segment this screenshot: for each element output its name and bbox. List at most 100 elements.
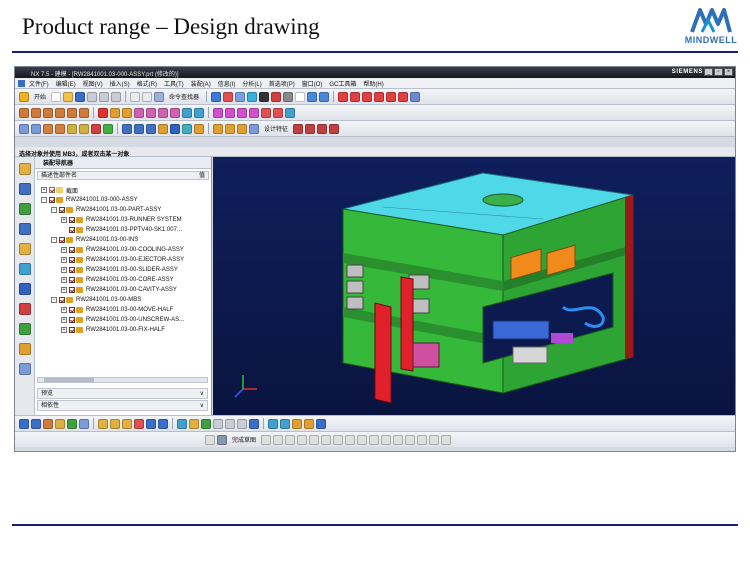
tree-row-root[interactable]: - RW2841001.03-000-ASSY [41,195,138,205]
tree-row-core[interactable]: + RW2841001.03-00-CORE-ASSY [61,275,174,285]
start-button[interactable]: 开始 [34,92,46,101]
snap-intersection-icon[interactable] [134,418,144,429]
expand-icon[interactable]: + [41,187,47,193]
collapse-icon[interactable]: - [51,207,57,213]
through-curves-icon[interactable] [237,123,247,134]
select-feature-icon[interactable] [43,418,53,429]
check-clearance-icon[interactable] [122,123,132,134]
hole-icon[interactable] [43,107,53,118]
sketch-settings-icon[interactable] [205,434,215,445]
menu-view[interactable]: 视图(V) [83,79,103,88]
process-studio-tab-icon[interactable] [19,323,31,335]
sequence-icon[interactable] [103,123,113,134]
tree-row-pptv40[interactable]: RW2841001.03-PPTV40-SK1.007... [61,225,182,235]
checkbox-icon[interactable] [69,217,75,223]
sync-move-face-icon[interactable] [213,107,223,118]
curve-icon[interactable] [374,91,385,102]
add-component-icon[interactable] [19,123,29,134]
revolve-icon[interactable] [31,107,41,118]
arc-icon[interactable] [350,91,361,102]
view-iso-icon[interactable] [249,418,259,429]
snap-quadrant-icon[interactable] [158,418,168,429]
point-icon[interactable] [357,434,368,445]
shell-icon[interactable] [158,107,168,118]
trim-icon[interactable] [381,434,392,445]
chamfer-icon[interactable] [321,434,332,445]
select-face-icon[interactable] [67,418,77,429]
line-icon[interactable] [338,91,349,102]
scrollbar-thumb[interactable] [44,378,94,382]
menu-window[interactable]: 窗口(O) [302,79,323,88]
command-finder-icon[interactable] [154,91,165,102]
expand-icon[interactable]: + [61,247,67,253]
app-menu-icon[interactable] [18,79,25,87]
checkbox-icon[interactable] [69,277,75,283]
cut-icon[interactable] [87,91,98,102]
profile-icon[interactable] [261,434,272,445]
sync-offset-icon[interactable] [237,107,247,118]
split-body-icon[interactable] [317,123,328,134]
view-right-icon[interactable] [237,418,247,429]
tree-row-slider[interactable]: + RW2841001.03-00-SLIDER-ASSY [61,265,178,275]
expand-icon[interactable]: + [61,217,67,223]
reuse-library-tab-icon[interactable] [19,223,31,235]
open-folder-icon[interactable] [63,91,74,102]
edge-blend-icon[interactable] [134,107,144,118]
constraint-navigator-tab-icon[interactable] [19,183,31,195]
expand-icon[interactable]: + [61,287,67,293]
display-options-icon[interactable] [316,418,326,429]
spline-icon[interactable] [386,91,397,102]
select-edge-icon[interactable] [79,418,89,429]
expand-icon[interactable]: + [61,307,67,313]
pattern-icon[interactable] [194,107,204,118]
design-feature-dropdown[interactable]: 设计特征 [264,124,288,133]
tree-row-part-assy[interactable]: - RW2841001.03-00-PART-ASSY [51,205,161,215]
chamfer-icon[interactable] [146,107,156,118]
graphics-viewport[interactable] [213,157,735,415]
command-finder-button[interactable]: 命令查找器 [169,92,199,101]
display-edges-icon[interactable] [268,418,278,429]
checkbox-icon[interactable] [59,207,65,213]
start-icon[interactable] [19,91,29,102]
orient-view-icon[interactable] [247,91,258,102]
checkbox-icon[interactable] [69,257,75,263]
intersect-icon[interactable] [122,107,132,118]
measure-body-icon[interactable] [146,123,156,134]
checkbox-icon[interactable] [59,297,65,303]
sync-pull-face-icon[interactable] [225,107,235,118]
swept-icon[interactable] [225,123,235,134]
checkbox-icon[interactable] [69,327,75,333]
expand-icon[interactable]: + [61,327,67,333]
wcs-origin-icon[interactable] [189,418,199,429]
project-curve-icon[interactable] [441,434,452,445]
tree-row-move-half[interactable]: + RW2841001.03-00-MOVE-HALF [61,305,173,315]
design-feature-icon[interactable] [249,123,259,134]
mirror-curve-icon[interactable] [429,434,440,445]
wave-link-icon[interactable] [91,123,101,134]
wcs-rotate-icon[interactable] [201,418,211,429]
navigator-horizontal-scrollbar[interactable] [37,377,208,383]
menu-preferences[interactable]: 首选项(P) [269,79,295,88]
snap-center-icon[interactable] [122,418,132,429]
sync-pattern-icon[interactable] [285,107,295,118]
menu-assembly[interactable]: 装配(A) [191,79,211,88]
save-icon[interactable] [75,91,86,102]
trim-body-icon[interactable] [305,123,316,134]
datum-plane-icon[interactable] [170,123,180,134]
subtract-icon[interactable] [110,107,120,118]
assembly-constraint-icon[interactable] [43,123,53,134]
part-navigator-tab-icon[interactable] [19,203,31,215]
checkbox-icon[interactable] [69,307,75,313]
show-hide-icon[interactable] [319,91,330,102]
tree-row-sections[interactable]: + 截面 [41,185,78,195]
synchronous-modeling-icon[interactable] [293,123,304,134]
tree-row-ins[interactable]: - RW2841001.03-00-INS [51,235,138,245]
checkbox-icon[interactable] [69,267,75,273]
collapse-icon[interactable]: - [51,237,57,243]
mirror-assembly-icon[interactable] [67,123,77,134]
fit-view-icon[interactable] [223,91,234,102]
render-style-icon[interactable] [259,91,270,102]
exploded-view-icon[interactable] [79,123,89,134]
checkbox-icon[interactable] [69,227,75,233]
constraint-icon[interactable] [405,434,416,445]
